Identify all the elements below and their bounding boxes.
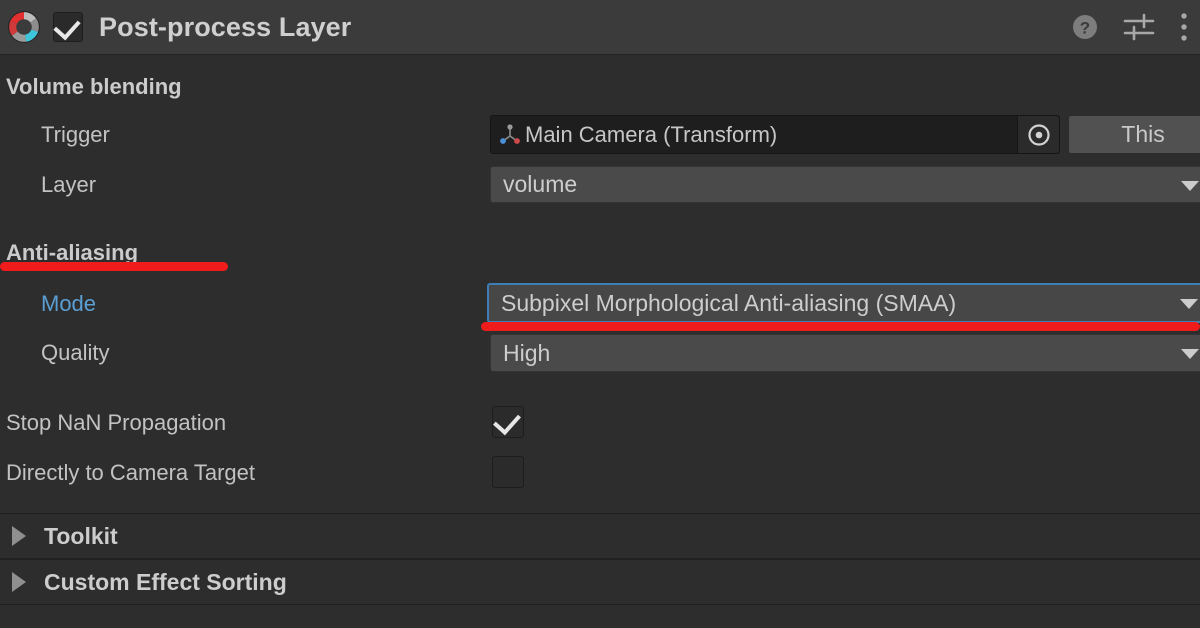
- preset-settings-icon[interactable]: [1122, 12, 1156, 42]
- layer-dropdown[interactable]: volume: [490, 166, 1200, 203]
- anti-aliasing-quality-dropdown[interactable]: High: [490, 334, 1200, 372]
- header-toolbar: ?: [1070, 11, 1190, 43]
- more-menu-icon[interactable]: [1178, 11, 1190, 43]
- layer-value: volume: [503, 171, 578, 197]
- trigger-this-button[interactable]: This: [1068, 115, 1200, 154]
- anti-aliasing-mode-value: Subpixel Morphological Anti-aliasing (SM…: [501, 289, 957, 316]
- component-enabled-checkbox[interactable]: [53, 12, 83, 42]
- annotation-underline-mode-dropdown: [481, 322, 1200, 331]
- checkmark-icon: [493, 406, 521, 436]
- chevron-down-icon: [1181, 180, 1199, 191]
- chevron-right-icon: [12, 526, 26, 546]
- field-label-quality: Quality: [41, 340, 110, 365]
- foldout-label-toolkit: Toolkit: [44, 522, 118, 549]
- trigger-object-field[interactable]: Main Camera (Transform): [490, 115, 1060, 154]
- help-icon[interactable]: ?: [1070, 12, 1100, 42]
- chevron-right-icon: [12, 572, 26, 592]
- foldout-label-custom-effect-sorting: Custom Effect Sorting: [44, 568, 287, 595]
- trigger-value: Main Camera (Transform): [525, 121, 778, 147]
- anti-aliasing-mode-dropdown[interactable]: Subpixel Morphological Anti-aliasing (SM…: [487, 283, 1200, 323]
- anti-aliasing-quality-value: High: [503, 339, 551, 366]
- post-process-layer-icon: [8, 11, 40, 43]
- field-label-mode: Mode: [41, 291, 97, 316]
- svg-text:?: ?: [1080, 19, 1090, 38]
- transform-component-icon: [500, 123, 520, 144]
- chevron-down-icon: [1181, 349, 1199, 359]
- foldout-custom-effect-sorting[interactable]: Custom Effect Sorting: [0, 559, 1200, 605]
- checkmark-icon: [53, 12, 81, 41]
- inspector-panel: Post-process Layer ? Volume blending Tri…: [0, 0, 1200, 628]
- foldout-toolkit[interactable]: Toolkit: [0, 513, 1200, 559]
- toggle-label-directly-to-camera-target: Directly to Camera Target: [6, 460, 256, 485]
- section-header-volume-blending: Volume blending: [6, 74, 182, 99]
- toggle-directly-to-camera-target[interactable]: [492, 456, 524, 488]
- field-label-trigger: Trigger: [41, 122, 110, 147]
- object-picker-icon[interactable]: [1017, 116, 1059, 153]
- annotation-underline-anti-aliasing: [0, 262, 228, 271]
- field-label-layer: Layer: [41, 172, 97, 197]
- toggle-label-stop-nan-propagation: Stop NaN Propagation: [6, 410, 227, 435]
- component-header[interactable]: Post-process Layer ?: [0, 0, 1200, 55]
- chevron-down-icon: [1180, 299, 1198, 309]
- toggle-stop-nan-propagation[interactable]: [492, 406, 524, 438]
- component-title: Post-process Layer: [99, 11, 352, 42]
